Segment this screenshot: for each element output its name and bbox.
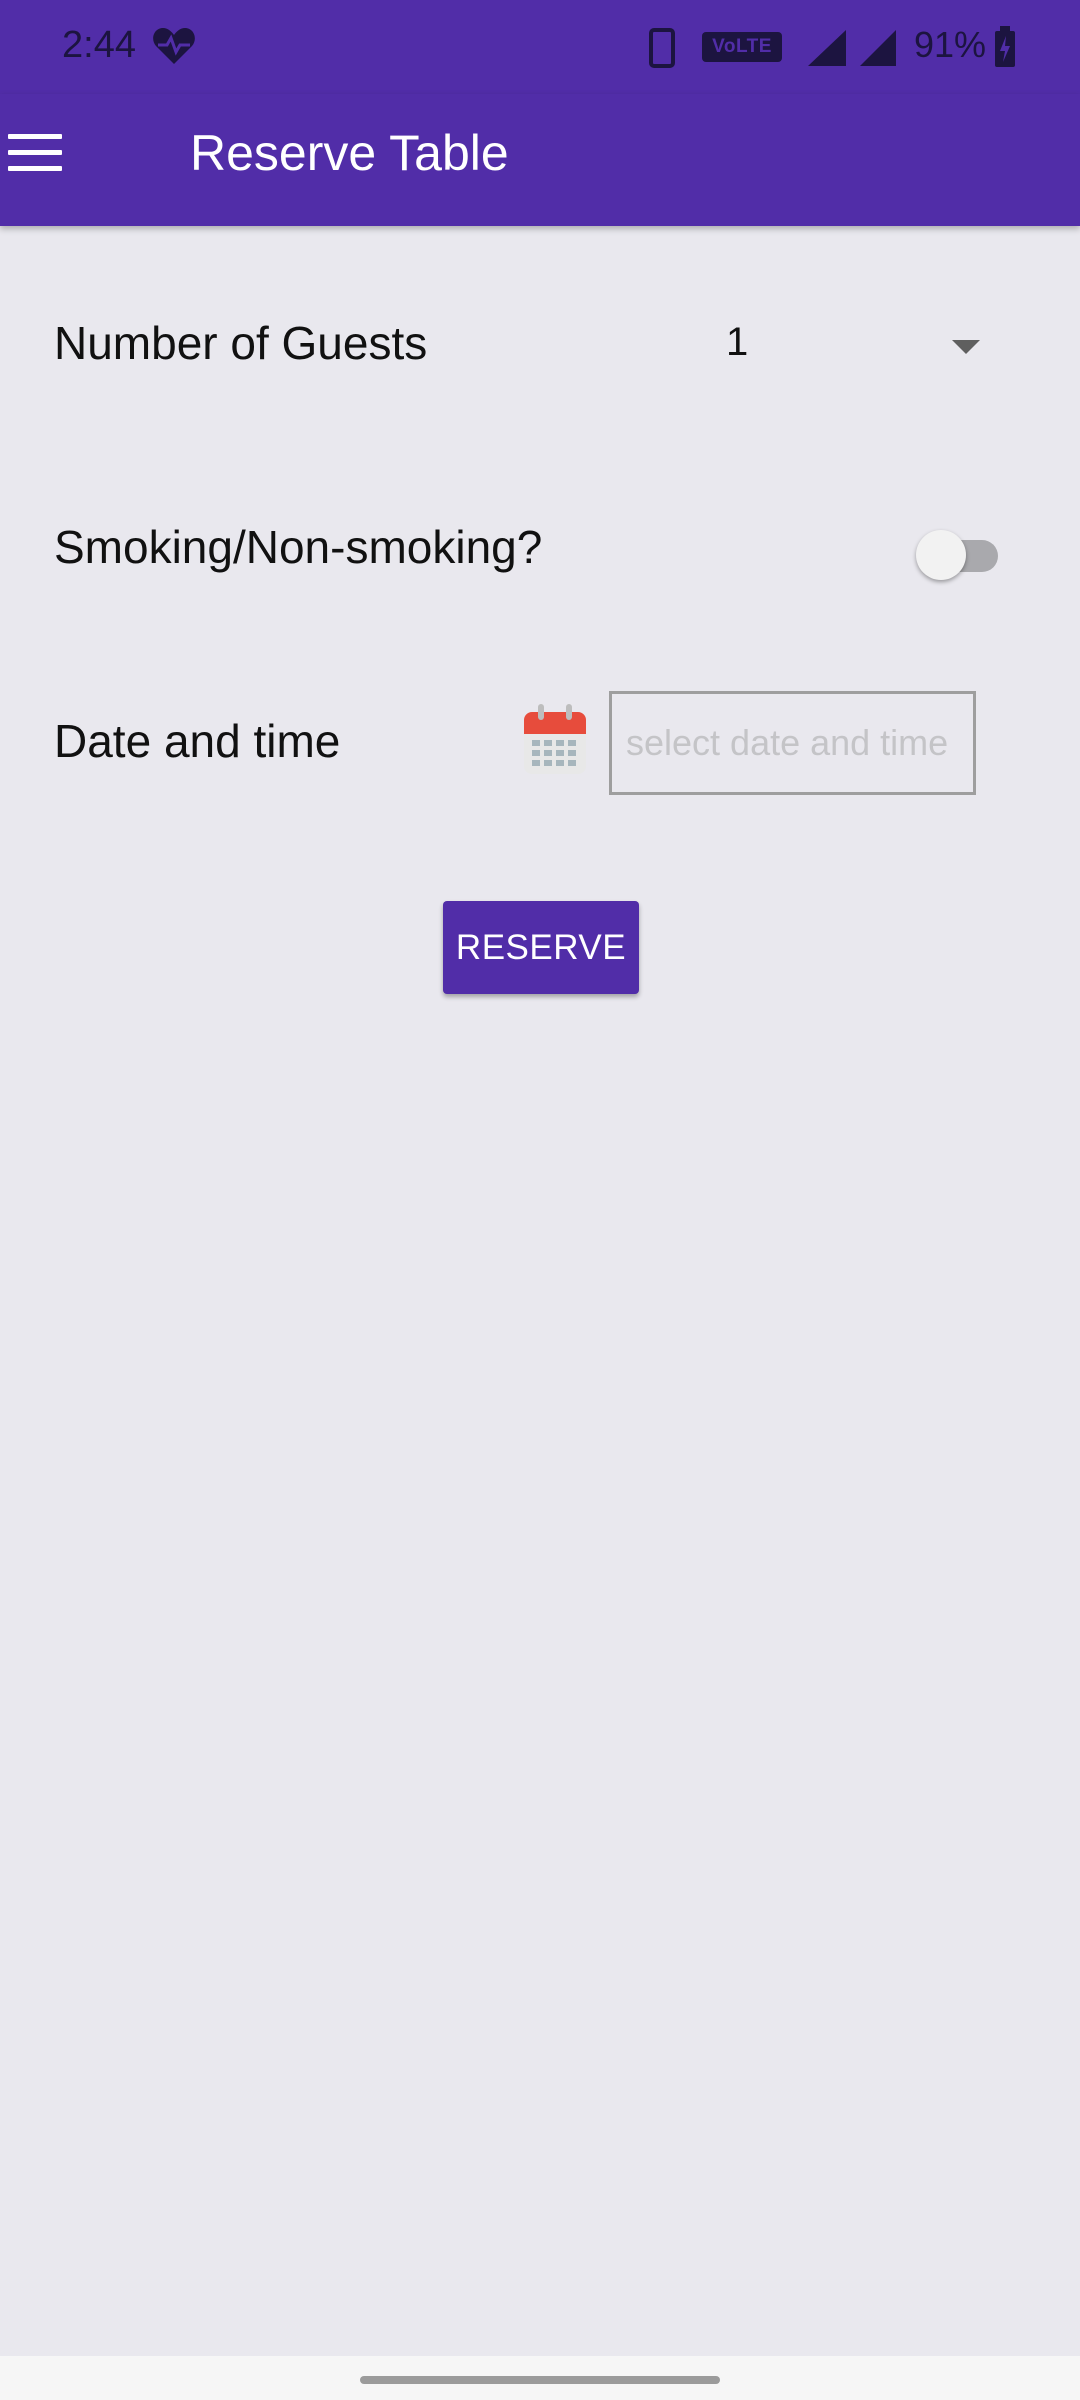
status-time: 2:44 [62,24,136,66]
date-time-input[interactable] [609,691,976,795]
menu-icon[interactable] [8,134,62,174]
status-bar: 2:44 VoLTE 91% [0,0,1080,94]
signal-icon [860,30,896,66]
app-bar: Reserve Table [0,94,1080,226]
guests-label: Number of Guests [54,317,428,369]
reserve-button[interactable]: RESERVE [443,901,639,994]
calendar-icon[interactable] [520,702,590,778]
heart-icon [153,28,195,64]
date-label: Date and time [54,715,341,767]
gesture-handle[interactable] [360,2376,720,2384]
signal-icon [808,30,846,66]
dropdown-arrow-icon [952,340,980,354]
page-title: Reserve Table [190,125,509,181]
battery-percent: 91% [914,24,987,65]
navigation-bar [0,2356,1080,2400]
volte-badge: VoLTE [702,32,782,62]
smoking-toggle[interactable] [912,524,1002,580]
battery-icon [995,26,1015,67]
toggle-thumb [916,530,966,580]
guests-value: 1 [726,320,749,364]
smoking-label: Smoking/Non-smoking? [54,521,543,573]
guests-dropdown[interactable]: 1 [700,306,1000,386]
phone-icon [649,28,675,68]
